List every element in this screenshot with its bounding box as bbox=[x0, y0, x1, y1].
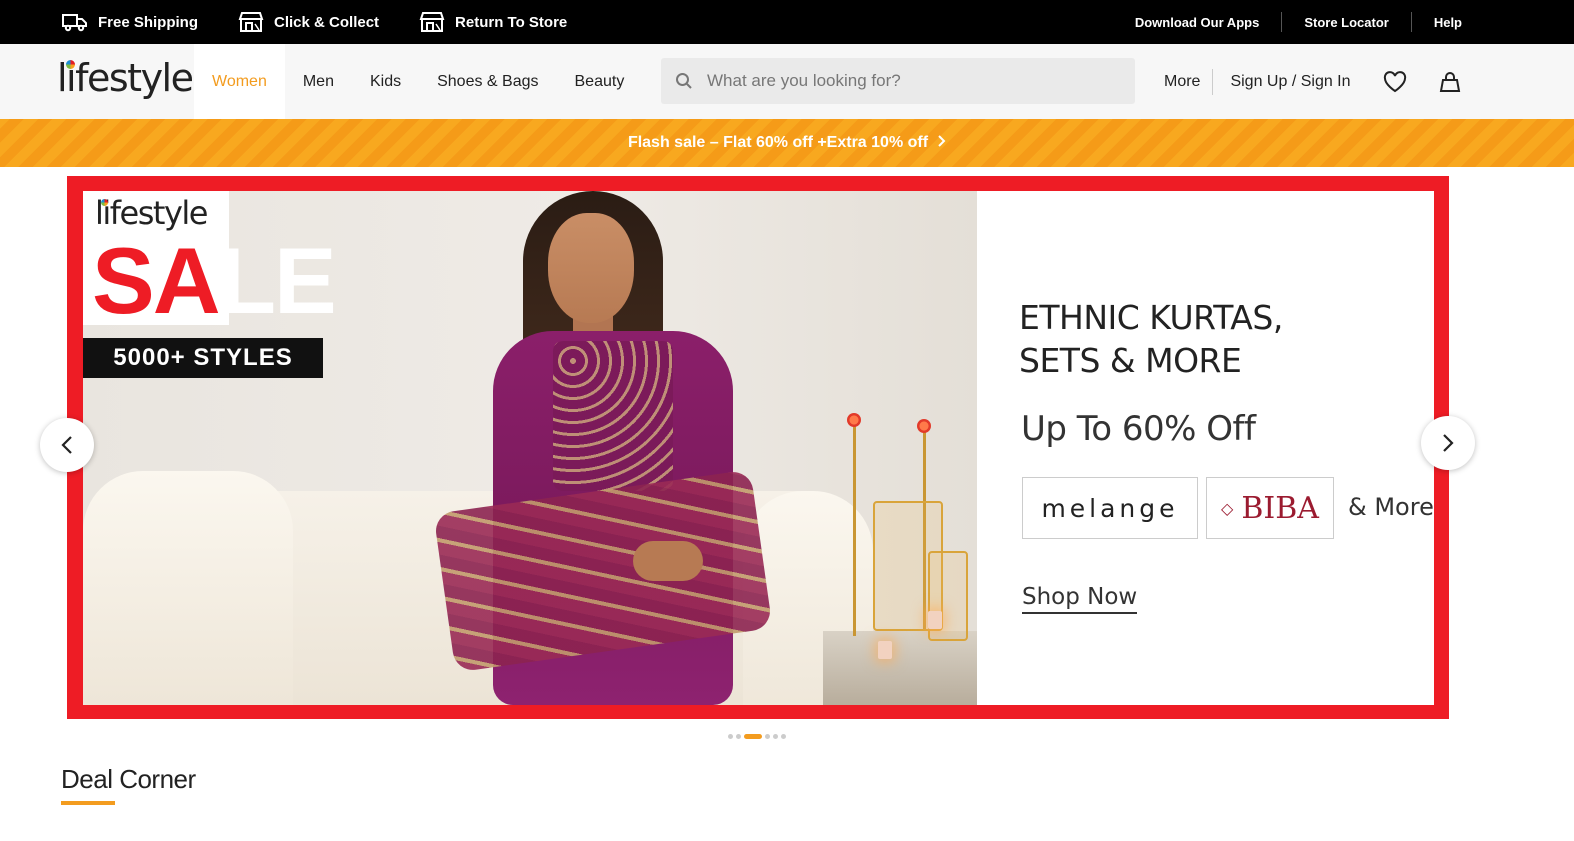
logo-dot-icon bbox=[101, 199, 108, 206]
table-shape bbox=[823, 631, 977, 705]
lifestyle-logo[interactable]: lifestyle bbox=[57, 56, 194, 106]
truck-icon bbox=[62, 14, 87, 32]
download-apps-link[interactable]: Download Our Apps bbox=[1113, 15, 1281, 30]
heart-icon[interactable] bbox=[1383, 70, 1407, 93]
store-pickup-icon bbox=[238, 12, 264, 32]
logo-dot-icon bbox=[66, 60, 75, 69]
badge-logo: lifestyle bbox=[95, 194, 208, 232]
sale-word: SALE bbox=[92, 233, 337, 329]
section-title-underline bbox=[61, 801, 115, 805]
search-bar bbox=[661, 58, 1135, 104]
flash-sale-text: Flash sale – Flat 60% off +Extra 10% off bbox=[627, 134, 929, 151]
return-to-store-label: Return To Store bbox=[455, 13, 568, 31]
sale-word-white: LE bbox=[218, 228, 337, 333]
store-return-icon bbox=[419, 12, 445, 32]
click-collect-label: Click & Collect bbox=[274, 13, 380, 31]
bag-icon[interactable] bbox=[1439, 71, 1461, 93]
header-actions: More Sign Up / Sign In bbox=[1164, 44, 1461, 119]
biba-logo-icon: ◇ bbox=[1221, 498, 1234, 518]
candle-shape bbox=[878, 641, 892, 659]
help-link[interactable]: Help bbox=[1412, 15, 1462, 30]
sofa-arm-shape bbox=[83, 471, 293, 705]
logo-text: lifestyle bbox=[57, 56, 194, 100]
badge-logo-text: lifestyle bbox=[95, 194, 208, 232]
flower-shape bbox=[847, 413, 861, 427]
free-shipping-label: Free Shipping bbox=[98, 13, 199, 31]
candle-shape bbox=[928, 611, 942, 629]
free-shipping-link[interactable]: Free Shipping bbox=[62, 12, 198, 32]
brand-melange: melange bbox=[1022, 477, 1198, 539]
carousel-dot[interactable] bbox=[765, 734, 770, 739]
hero-banner[interactable]: lifestyle SALE 5000+ STYLES ETHNIC KURTA… bbox=[67, 176, 1449, 719]
flower-shape bbox=[917, 419, 931, 433]
styles-count-label: 5000+ STYLES bbox=[83, 338, 323, 378]
main-nav: Women Men Kids Shoes & Bags Beauty bbox=[194, 44, 642, 119]
hero-photo: lifestyle SALE 5000+ STYLES bbox=[83, 191, 977, 705]
hero-copy: ETHNIC KURTAS, SETS & MORE Up To 60% Off… bbox=[977, 191, 1434, 705]
more-menu[interactable]: More bbox=[1164, 73, 1200, 91]
sale-word-red: SA bbox=[92, 228, 221, 333]
nav-men[interactable]: Men bbox=[285, 44, 352, 119]
carousel-dots bbox=[728, 734, 789, 739]
flash-sale-banner[interactable]: Flash sale – Flat 60% off +Extra 10% off bbox=[0, 119, 1574, 167]
click-collect-link[interactable]: Click & Collect bbox=[238, 11, 379, 33]
section-title: Deal Corner bbox=[61, 764, 196, 794]
and-more-label: & More bbox=[1348, 493, 1434, 521]
nav-shoes-bags[interactable]: Shoes & Bags bbox=[419, 44, 556, 119]
carousel-prev-button[interactable] bbox=[40, 418, 94, 472]
hero-headline-line1: ETHNIC KURTAS, bbox=[1019, 298, 1283, 337]
carousel-dot[interactable] bbox=[728, 734, 733, 739]
carousel-next-button[interactable] bbox=[1421, 416, 1475, 470]
hero-headline-line2: SETS & MORE bbox=[1019, 341, 1242, 380]
sign-in-link[interactable]: Sign Up / Sign In bbox=[1230, 73, 1350, 91]
carousel-dot-active[interactable] bbox=[744, 734, 762, 739]
brand-melange-text: melange bbox=[1041, 493, 1179, 523]
utility-bar: Free Shipping Click & Collect Return To … bbox=[0, 0, 1574, 44]
return-to-store-link[interactable]: Return To Store bbox=[419, 11, 567, 33]
shop-now-link[interactable]: Shop Now bbox=[1022, 584, 1138, 614]
brand-biba: ◇ BIBA bbox=[1206, 477, 1334, 539]
store-locator-link[interactable]: Store Locator bbox=[1282, 15, 1411, 30]
chevron-right-icon bbox=[1443, 434, 1454, 452]
nav-beauty[interactable]: Beauty bbox=[557, 44, 643, 119]
hero-offer: Up To 60% Off bbox=[1021, 409, 1256, 449]
chevron-right-icon bbox=[938, 134, 946, 152]
hero-headline: ETHNIC KURTAS, SETS & MORE bbox=[1019, 296, 1419, 382]
hero-slide: lifestyle SALE 5000+ STYLES ETHNIC KURTA… bbox=[83, 191, 1434, 705]
divider bbox=[1212, 68, 1214, 95]
nav-kids[interactable]: Kids bbox=[352, 44, 419, 119]
utility-links: Download Our Apps Store Locator Help bbox=[1113, 0, 1462, 44]
search-icon[interactable] bbox=[661, 72, 707, 90]
lamp-stand bbox=[853, 426, 856, 636]
carousel-dot[interactable] bbox=[736, 734, 741, 739]
model-figure bbox=[423, 191, 803, 705]
search-input[interactable] bbox=[707, 71, 1107, 91]
main-header: lifestyle Women Men Kids Shoes & Bags Be… bbox=[0, 44, 1574, 119]
brand-biba-text: BIBA bbox=[1241, 490, 1319, 526]
carousel-dot[interactable] bbox=[773, 734, 778, 739]
utility-features: Free Shipping Click & Collect Return To … bbox=[62, 0, 607, 44]
chevron-left-icon bbox=[61, 436, 72, 454]
carousel-dot[interactable] bbox=[781, 734, 786, 739]
nav-women[interactable]: Women bbox=[194, 44, 285, 119]
